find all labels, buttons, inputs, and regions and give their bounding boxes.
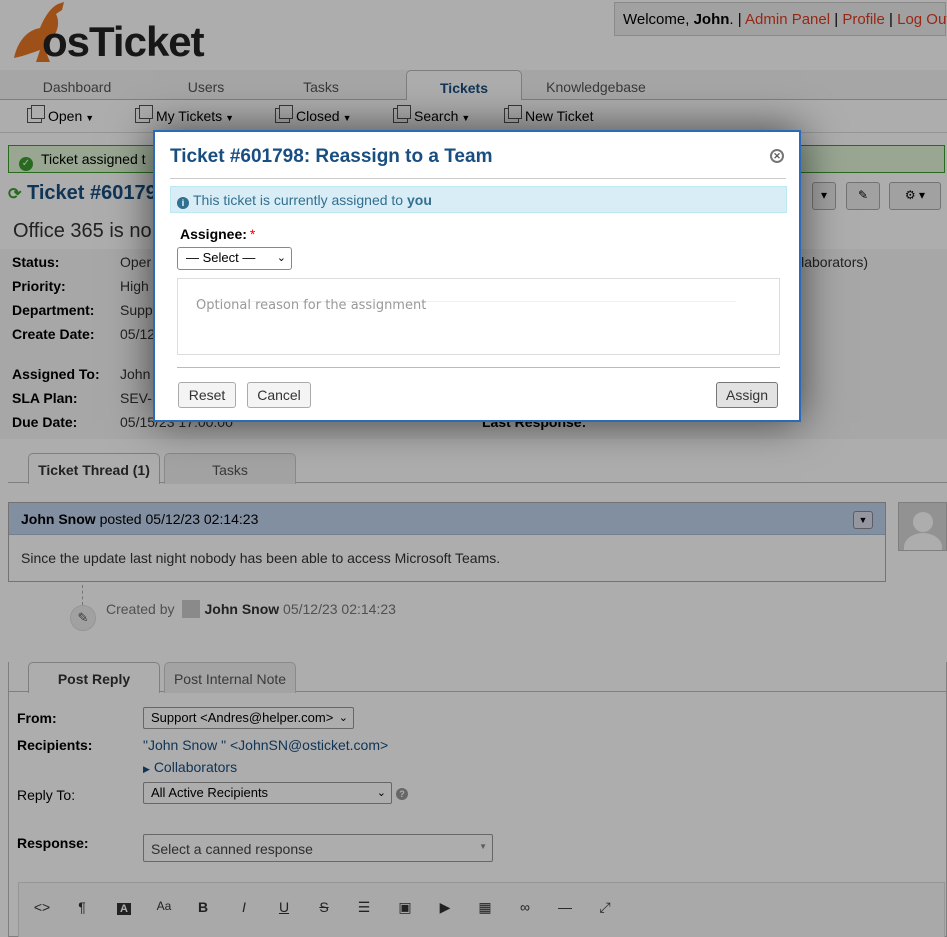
- reset-button[interactable]: Reset: [178, 382, 236, 408]
- chevron-down-icon: ⌄: [276, 252, 286, 264]
- assignee-select[interactable]: — Select — ⌄: [177, 247, 292, 270]
- assign-button[interactable]: Assign: [716, 382, 778, 408]
- reason-placeholder: Optional reason for the assignment: [196, 298, 427, 313]
- cancel-button[interactable]: Cancel: [247, 382, 311, 408]
- required-marker: *: [249, 226, 256, 242]
- info-icon: i: [177, 197, 189, 209]
- close-icon[interactable]: ✕: [770, 149, 784, 163]
- assignee-label: Assignee: *: [180, 226, 256, 242]
- reassign-dialog: Ticket #601798: Reassign to a Team ✕ i Th…: [153, 130, 801, 422]
- assignment-reason-textarea[interactable]: Optional reason for the assignment: [177, 278, 780, 355]
- dialog-title: Ticket #601798: Reassign to a Team: [170, 146, 493, 167]
- assignment-info: i This ticket is currently assigned to yo…: [170, 186, 787, 213]
